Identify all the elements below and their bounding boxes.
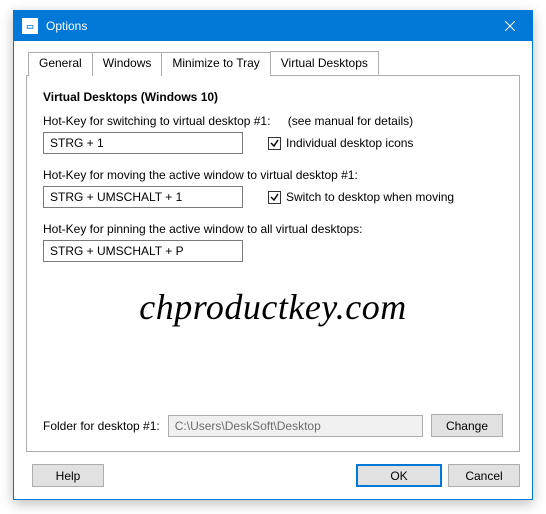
checkbox-icon <box>268 137 281 150</box>
tab-panel-virtual-desktops: Virtual Desktops (Windows 10) Hot-Key fo… <box>26 75 520 452</box>
dialog-buttons: Help OK Cancel <box>26 452 520 487</box>
tab-windows[interactable]: Windows <box>92 52 163 76</box>
hotkey-switch-input[interactable] <box>43 132 243 154</box>
watermark-text: chproductkey.com <box>27 286 519 328</box>
individual-icons-label: Individual desktop icons <box>286 136 413 150</box>
app-icon: ▭ <box>22 18 38 34</box>
hotkey-pin-input[interactable] <box>43 240 243 262</box>
tab-general[interactable]: General <box>28 52 93 76</box>
cancel-button[interactable]: Cancel <box>448 464 520 487</box>
hotkey-switch-label: Hot-Key for switching to virtual desktop… <box>43 114 503 128</box>
tab-strip: General Windows Minimize to Tray Virtual… <box>28 51 520 75</box>
switch-when-moving-checkbox[interactable]: Switch to desktop when moving <box>268 190 454 204</box>
client-area: General Windows Minimize to Tray Virtual… <box>14 41 532 499</box>
switch-when-moving-label: Switch to desktop when moving <box>286 190 454 204</box>
hotkey-switch-hint: (see manual for details) <box>288 114 413 128</box>
tab-virtual-desktops[interactable]: Virtual Desktops <box>270 51 379 75</box>
titlebar: ▭ Options <box>14 11 532 41</box>
ok-button[interactable]: OK <box>356 464 442 487</box>
tab-minimize-to-tray[interactable]: Minimize to Tray <box>161 52 270 76</box>
help-button[interactable]: Help <box>32 464 104 487</box>
folder-path-input <box>168 415 423 437</box>
individual-icons-checkbox[interactable]: Individual desktop icons <box>268 136 413 150</box>
folder-label: Folder for desktop #1: <box>43 419 160 433</box>
options-dialog: ▭ Options General Windows Minimize to Tr… <box>13 10 533 500</box>
hotkey-switch-label-text: Hot-Key for switching to virtual desktop… <box>43 114 270 128</box>
window-title: Options <box>46 19 487 33</box>
checkbox-icon <box>268 191 281 204</box>
change-button[interactable]: Change <box>431 414 503 437</box>
hotkey-move-label: Hot-Key for moving the active window to … <box>43 168 503 182</box>
close-icon <box>505 21 515 31</box>
group-title: Virtual Desktops (Windows 10) <box>43 90 503 104</box>
hotkey-move-input[interactable] <box>43 186 243 208</box>
hotkey-pin-label: Hot-Key for pinning the active window to… <box>43 222 503 236</box>
close-button[interactable] <box>487 11 532 41</box>
